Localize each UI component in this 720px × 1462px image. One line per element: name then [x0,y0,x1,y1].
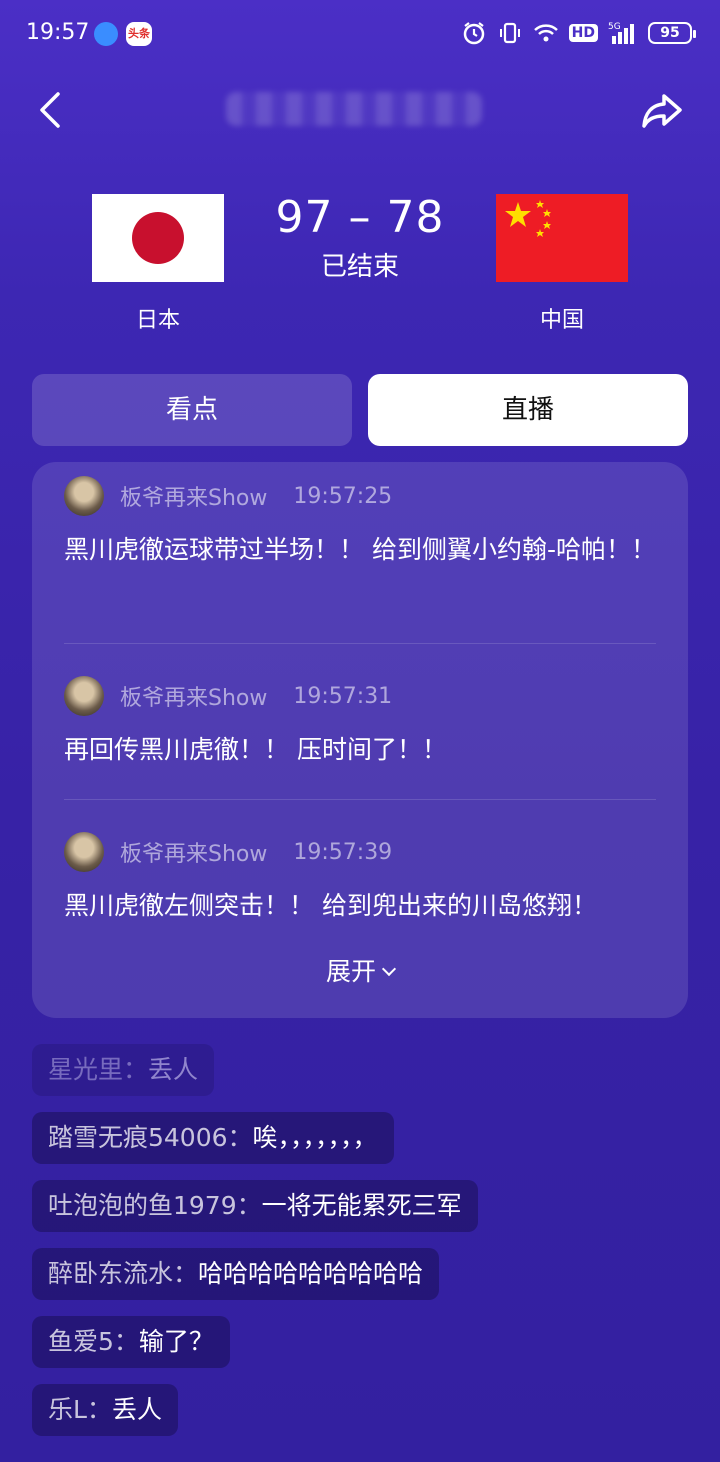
comment-user: 乐L： [48,1395,112,1424]
divider [64,643,656,644]
comment-text: 丢人 [111,1395,162,1424]
comment-text: 唉，，，，，，， [252,1123,378,1152]
entry-time: 19:57:39 [293,839,393,865]
comment-text: 输了？ [138,1327,214,1356]
comment-user: 醉卧东流水： [48,1259,199,1288]
entry-author[interactable]: 板爷再来Show [120,836,267,868]
page-title-blurred [226,92,482,126]
divider [64,799,656,800]
match-score: 97 – 78 [275,192,445,243]
comment-user: 踏雪无痕54006： [48,1123,253,1152]
alarm-icon [463,22,484,45]
comment-bubble: 星光里：丢人 [32,1044,215,1096]
wifi-icon [533,24,558,42]
chevron-down-icon [381,961,397,977]
comment-user: 鱼爱5： [48,1327,139,1356]
status-bar: 19:57 头条 HD 5G 95 [0,0,720,66]
entry-author[interactable]: 板爷再来Show [120,680,267,712]
toutiao-app-icon: 头条 [126,22,152,46]
app-notification-icon [94,22,118,46]
comment-user: 吐泡泡的鱼1979： [48,1191,262,1220]
comment-text: 哈哈哈哈哈哈哈哈哈 [198,1259,424,1288]
comment-bubble: 踏雪无痕54006：唉，，，，，，， [32,1112,394,1164]
entry-time: 19:57:31 [293,683,393,709]
japan-flag-icon [92,194,224,282]
status-time: 19:57 [26,20,90,45]
live-entry: 板爷再来Show 19:57:39 黑川虎徹左侧突击！！ 给到兜出来的川岛悠翔！ [64,832,656,928]
svg-text:5G: 5G [608,22,621,32]
live-commentary-card: 板爷再来Show 19:57:25 黑川虎徹运球带过半场！！ 给到侧翼小约翰-哈… [32,462,688,1018]
signal-icon: 5G [608,22,634,44]
hd-icon: HD [568,24,598,42]
home-team-name: 日本 [135,308,180,333]
back-icon[interactable] [30,86,78,134]
comment-bubble: 鱼爱5：输了？ [32,1316,230,1368]
share-icon[interactable] [638,86,686,134]
comment-bubble: 乐L：丢人 [32,1384,178,1436]
avatar[interactable] [64,832,104,872]
comment-bubble: 吐泡泡的鱼1979：一将无能累死三军 [32,1180,478,1232]
battery-icon: 95 [648,22,696,44]
avatar[interactable] [64,476,104,516]
china-flag-icon [496,194,628,282]
comment-text: 一将无能累死三军 [261,1191,462,1220]
comment-bubble: 醉卧东流水：哈哈哈哈哈哈哈哈哈 [32,1248,440,1300]
entry-time: 19:57:25 [293,483,393,509]
tab-highlights[interactable]: 看点 [32,374,352,446]
match-status: 已结束 [320,252,399,282]
expand-button[interactable]: 展开 [32,952,688,988]
comment-text: 丢人 [148,1055,199,1084]
live-entry: 板爷再来Show 19:57:25 黑川虎徹运球带过半场！！ 给到侧翼小约翰-哈… [64,476,656,572]
entry-text: 黑川虎徹运球带过半场！！ 给到侧翼小约翰-哈帕！！ [64,535,656,564]
live-entry: 板爷再来Show 19:57:31 再回传黑川虎徹！！ 压时间了！！ [64,676,656,772]
comment-user: 星光里： [48,1055,149,1084]
tab-live[interactable]: 直播 [368,374,688,446]
status-indicators: HD 5G 95 [461,18,696,48]
avatar[interactable] [64,676,104,716]
away-team-name: 中国 [539,308,584,333]
vibrate-icon [499,22,520,44]
expand-label: 展开 [325,957,376,986]
entry-author[interactable]: 板爷再来Show [120,480,267,512]
entry-text: 再回传黑川虎徹！！ 压时间了！！ [64,735,447,764]
entry-text: 黑川虎徹左侧突击！！ 给到兜出来的川岛悠翔！ [64,891,597,920]
